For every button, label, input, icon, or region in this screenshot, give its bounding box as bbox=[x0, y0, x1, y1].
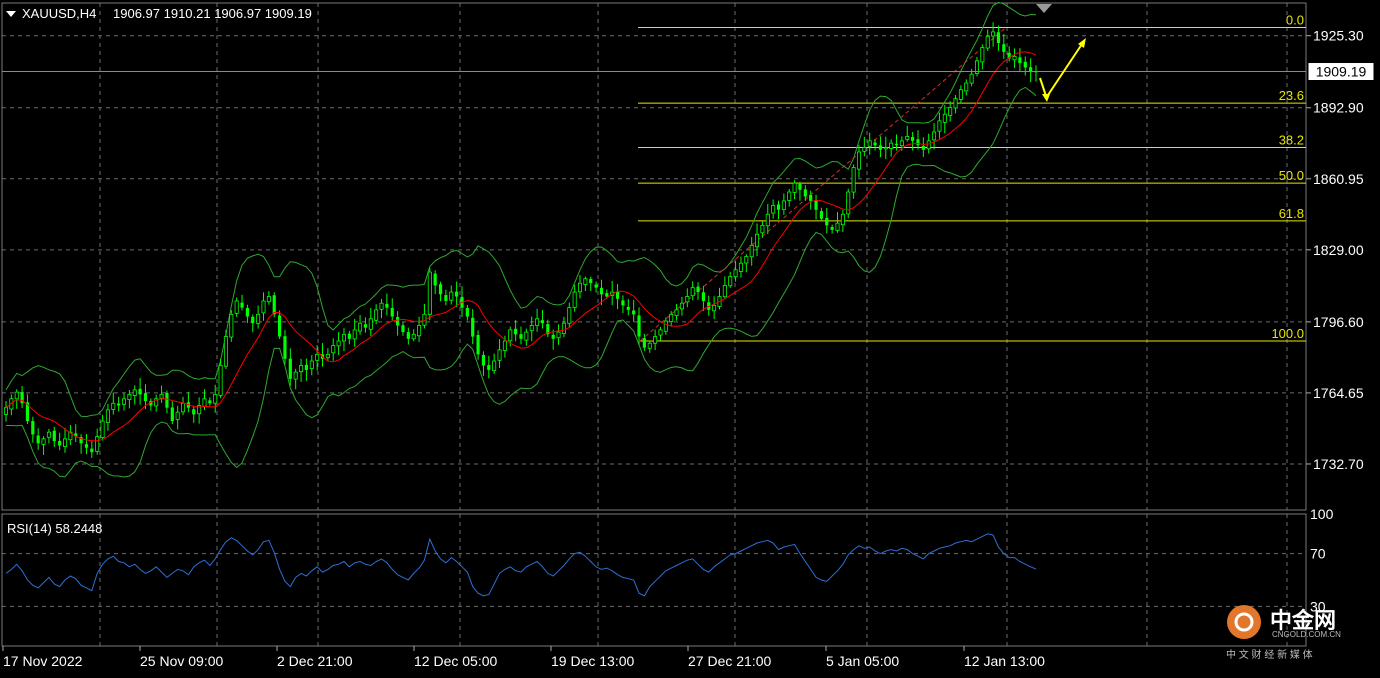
price-tick-label: 1892.90 bbox=[1313, 100, 1364, 116]
current-price-value: 1909.19 bbox=[1316, 64, 1367, 80]
price-tick-label: 1732.70 bbox=[1313, 456, 1364, 472]
watermark-domain: CNGOLD.COM.CN bbox=[1272, 630, 1341, 639]
time-tick-label: 17 Nov 2022 bbox=[3, 653, 83, 669]
fib-level-label: 61.8 bbox=[1279, 206, 1304, 221]
chart-background bbox=[0, 0, 1380, 673]
time-tick-label: 25 Nov 09:00 bbox=[140, 653, 223, 669]
time-tick-label: 5 Jan 05:00 bbox=[826, 653, 899, 669]
price-tick-label: 1829.00 bbox=[1313, 242, 1364, 258]
price-tick-label: 1764.65 bbox=[1313, 385, 1364, 401]
candle bbox=[846, 188, 851, 219]
price-tick-label: 1925.30 bbox=[1313, 28, 1364, 44]
fib-level-label: 50.0 bbox=[1279, 168, 1304, 183]
fib-level-label: 23.6 bbox=[1279, 88, 1304, 103]
fib-level-label: 38.2 bbox=[1279, 133, 1304, 148]
candle bbox=[229, 310, 234, 342]
price-tick-label: 1796.60 bbox=[1313, 314, 1364, 330]
time-tick-label: 2 Dec 21:00 bbox=[277, 653, 353, 669]
ohlc-label: 1906.97 1910.21 1906.97 1909.19 bbox=[113, 6, 312, 21]
rsi-tick-label: 70 bbox=[1310, 546, 1326, 562]
time-tick-label: 27 Dec 21:00 bbox=[688, 653, 771, 669]
candle bbox=[427, 267, 432, 321]
time-tick-label: 19 Dec 13:00 bbox=[551, 653, 634, 669]
time-tick-label: 12 Dec 05:00 bbox=[414, 653, 497, 669]
rsi-label: RSI(14) 58.2448 bbox=[7, 521, 102, 536]
fib-level-label: 0.0 bbox=[1286, 12, 1304, 27]
time-tick-label: 12 Jan 13:00 bbox=[964, 653, 1045, 669]
symbol-label: XAUUSD,H4 bbox=[22, 6, 96, 21]
watermark-subtitle: 中 文 财 经 新 媒 体 bbox=[1226, 648, 1313, 661]
cngold-logo-icon bbox=[1227, 605, 1261, 639]
chart-window: 0.0 23.6 38.2 50.0 61.8 100.0 1925.30 1892.90 1… bbox=[0, 0, 1380, 673]
price-tick-label: 1860.95 bbox=[1313, 171, 1364, 187]
chart-canvas[interactable]: 0.0 23.6 38.2 50.0 61.8 100.0 1925.30 1892.90 1… bbox=[0, 0, 1380, 673]
current-price-tag: 1909.19 bbox=[1307, 62, 1375, 82]
rsi-tick-label: 100 bbox=[1310, 506, 1334, 522]
fib-level-label: 100.0 bbox=[1271, 326, 1304, 341]
